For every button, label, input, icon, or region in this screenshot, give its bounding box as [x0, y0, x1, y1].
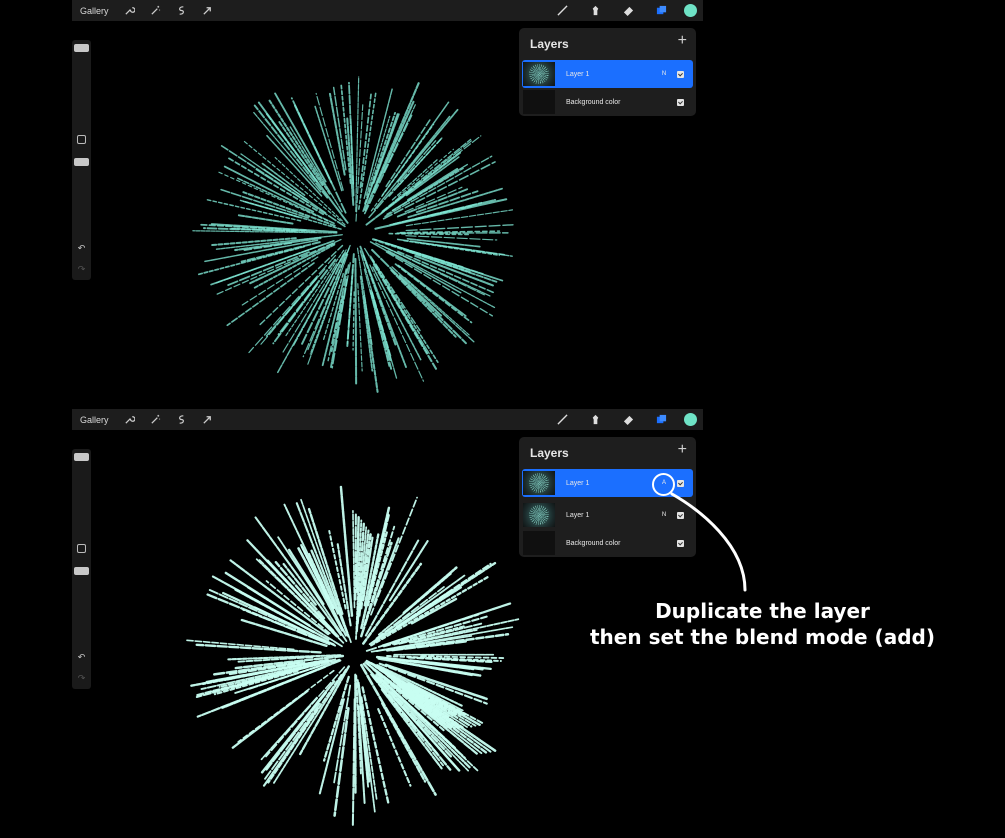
modify-button[interactable]: [77, 544, 86, 553]
visibility-checkbox[interactable]: [677, 479, 684, 487]
add-layer-button[interactable]: +: [678, 32, 687, 50]
layer-name: Layer 1: [566, 479, 590, 487]
transform-arrow-icon[interactable]: [195, 0, 221, 21]
color-picker-button[interactable]: [684, 413, 697, 426]
annotation-caption: Duplicate the layer then set the blend m…: [560, 598, 965, 650]
layer-name: Layer 1: [566, 511, 590, 519]
firework-streak: [371, 259, 439, 363]
layer-thumbnail: [523, 62, 555, 86]
firework-artwork: [192, 76, 514, 393]
layers-panel-title: Layers: [530, 37, 569, 51]
modify-button[interactable]: [77, 135, 86, 144]
layer-thumbnail: [523, 90, 555, 114]
firework-streak: [352, 509, 356, 609]
blend-mode-button[interactable]: N: [659, 512, 669, 518]
layers-panel: Layers + Layer 1 N Background color: [519, 28, 696, 116]
visibility-checkbox[interactable]: [677, 511, 684, 519]
sidebar: ↶ ↷: [72, 449, 91, 689]
visibility-checkbox[interactable]: [677, 539, 684, 547]
opacity-slider[interactable]: [74, 158, 89, 166]
top-toolbar: Gallery: [72, 0, 703, 21]
top-toolbar: Gallery: [72, 409, 703, 430]
eraser-icon[interactable]: [612, 409, 645, 430]
firework-streak: [405, 224, 514, 232]
firework-streak: [262, 702, 321, 782]
wrench-icon[interactable]: [117, 409, 143, 430]
undo-icon[interactable]: ↶: [75, 652, 88, 662]
selection-icon[interactable]: [169, 0, 195, 21]
procreate-screen-before: Gallery ↶ ↷ Layers + Layer 1 N Backgroun…: [72, 0, 703, 408]
layers-icon[interactable]: [645, 409, 678, 430]
layer-row[interactable]: Background color: [522, 529, 693, 557]
caption-line-2: then set the blend mode (add): [590, 625, 935, 649]
magic-wand-icon[interactable]: [143, 409, 169, 430]
visibility-checkbox[interactable]: [677, 70, 684, 78]
layer-thumbnail: [523, 503, 555, 527]
layer-thumbnail: [523, 471, 555, 495]
firework-streak: [391, 266, 475, 343]
firework-streak: [357, 283, 363, 372]
firework-artwork: [186, 485, 520, 827]
gallery-button[interactable]: Gallery: [80, 6, 109, 16]
add-layer-button[interactable]: +: [678, 441, 687, 459]
redo-icon[interactable]: ↷: [75, 673, 88, 683]
caption-line-1: Duplicate the layer: [655, 599, 870, 623]
layers-panel-title: Layers: [530, 446, 569, 460]
color-picker-button[interactable]: [684, 4, 697, 17]
undo-icon[interactable]: ↶: [75, 243, 88, 253]
opacity-slider[interactable]: [74, 567, 89, 575]
firework-streak: [260, 680, 336, 774]
magic-wand-icon[interactable]: [143, 0, 169, 21]
eraser-icon[interactable]: [612, 0, 645, 21]
layer-thumbnail: [523, 531, 555, 555]
redo-icon[interactable]: ↷: [75, 264, 88, 274]
firework-streak: [278, 120, 324, 187]
firework-streak: [237, 214, 294, 225]
wrench-icon[interactable]: [117, 0, 143, 21]
layer-name: Background color: [566, 539, 621, 547]
smudge-icon[interactable]: [579, 0, 612, 21]
layer-row[interactable]: Layer 1 N: [522, 60, 693, 88]
layer-row[interactable]: Layer 1 N: [522, 501, 693, 529]
firework-streak: [372, 266, 422, 361]
sidebar: ↶ ↷: [72, 40, 91, 280]
layers-icon[interactable]: [645, 0, 678, 21]
firework-streak: [415, 190, 479, 214]
brush-icon[interactable]: [546, 409, 579, 430]
firework-streak: [363, 294, 379, 393]
gallery-button[interactable]: Gallery: [80, 415, 109, 425]
layer-name: Layer 1: [566, 70, 590, 78]
selection-icon[interactable]: [169, 409, 195, 430]
layer-name: Background color: [566, 98, 621, 106]
firework-streak: [354, 257, 358, 385]
transform-arrow-icon[interactable]: [195, 409, 221, 430]
brush-size-slider[interactable]: [74, 453, 89, 461]
highlight-circle: [652, 473, 675, 496]
layer-row[interactable]: Background color: [522, 88, 693, 116]
smudge-icon[interactable]: [579, 409, 612, 430]
firework-streak: [362, 113, 399, 212]
blend-mode-button[interactable]: N: [659, 71, 669, 77]
brush-icon[interactable]: [546, 0, 579, 21]
firework-streak: [352, 291, 355, 351]
layers-panel: Layers + Layer 1 A Layer 1 N Background …: [519, 437, 696, 557]
brush-size-slider[interactable]: [74, 44, 89, 52]
visibility-checkbox[interactable]: [677, 98, 684, 106]
